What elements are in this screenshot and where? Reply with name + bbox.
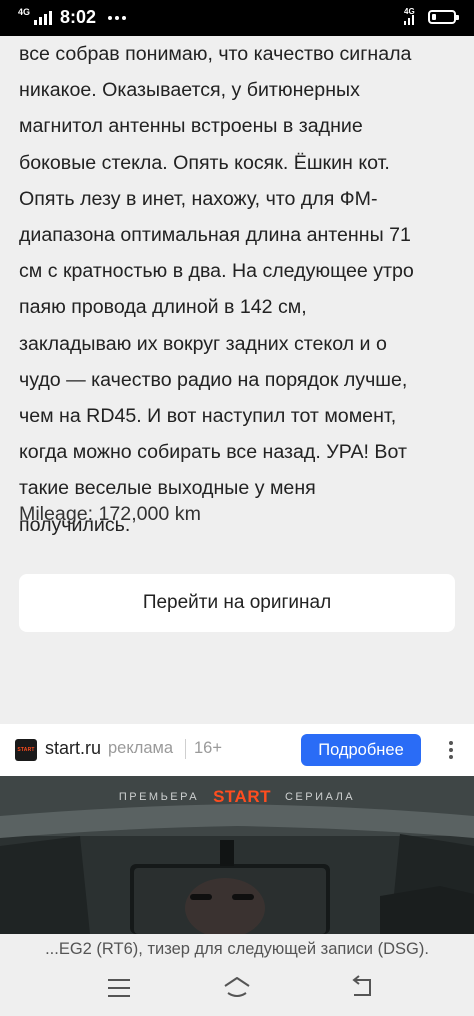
article-text: все собрав понимаю, что качество сигнала… <box>19 43 414 536</box>
signal-icon-secondary: 4G <box>404 7 422 25</box>
navigation-bar <box>0 966 474 1016</box>
signal-icon <box>34 10 53 25</box>
ad-banner-title: ПРЕМЬЕРА START СЕРИАЛА <box>118 787 356 806</box>
mileage-text: Mileage: 172,000 km <box>19 503 201 525</box>
divider <box>185 739 186 759</box>
ad-banner-image[interactable]: ПРЕМЬЕРА START СЕРИАЛА <box>0 776 474 934</box>
age-rating: 16+ <box>194 739 222 757</box>
status-bar: 4G 8:02 4G <box>0 0 474 36</box>
open-original-button[interactable]: Перейти на оригинал <box>19 574 455 632</box>
ad-label: реклама <box>108 739 174 757</box>
home-icon[interactable] <box>222 974 252 1000</box>
menu-icon[interactable] <box>108 979 130 997</box>
back-icon[interactable] <box>350 975 376 999</box>
more-options-icon[interactable] <box>449 741 453 759</box>
start-brand-logo: START <box>213 787 271 806</box>
ad-more-button[interactable]: Подробнее <box>301 734 421 766</box>
ad-site-link[interactable]: start.ru <box>45 738 101 759</box>
start-logo-icon: START <box>15 739 37 761</box>
article-body: все собрав понимаю, что качество сигнала… <box>19 36 459 543</box>
battery-icon <box>428 10 459 24</box>
notification-dots-icon <box>108 15 127 20</box>
clock: 8:02 <box>60 7 97 27</box>
image-caption: ...EG2 (RT6), тизер для следующей записи… <box>0 934 474 964</box>
network-type-label: 4G <box>18 7 31 17</box>
